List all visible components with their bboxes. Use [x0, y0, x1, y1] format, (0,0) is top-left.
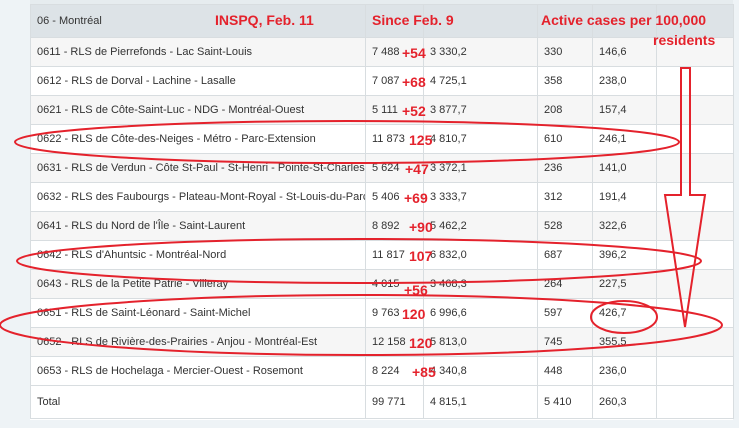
increase-annotation: 120 [402, 306, 426, 322]
increase-annotation: 107 [409, 248, 433, 264]
increase-annotation: +52 [402, 103, 426, 119]
since-annotation: Since Feb. 9 [372, 12, 454, 28]
highlight-ellipse-saint-leonard [0, 294, 723, 356]
increase-annotation: +47 [405, 161, 429, 177]
active-cases-annotation-line2: residents [653, 32, 716, 48]
highlight-ellipse-cote-des-neiges [14, 120, 680, 164]
increase-annotation: +90 [409, 219, 433, 235]
highlight-ellipse-active-rate [590, 300, 658, 334]
increase-annotation: +68 [402, 74, 426, 90]
highlight-ellipse-ahuntsic [16, 238, 702, 284]
increase-annotation: +85 [412, 364, 436, 380]
source-annotation: INSPQ, Feb. 11 [215, 12, 314, 28]
active-cases-annotation-line1: Active cases per 100,000 [541, 12, 707, 28]
downward-arrow [663, 67, 707, 328]
increase-annotation: +69 [404, 190, 428, 206]
increase-annotation: 125 [409, 132, 433, 148]
bottom-strip [30, 420, 733, 428]
increase-annotation: 120 [409, 335, 433, 351]
increase-annotation: +56 [404, 282, 428, 298]
annotation-overlay [0, 67, 723, 356]
increase-annotation: +54 [402, 45, 426, 61]
